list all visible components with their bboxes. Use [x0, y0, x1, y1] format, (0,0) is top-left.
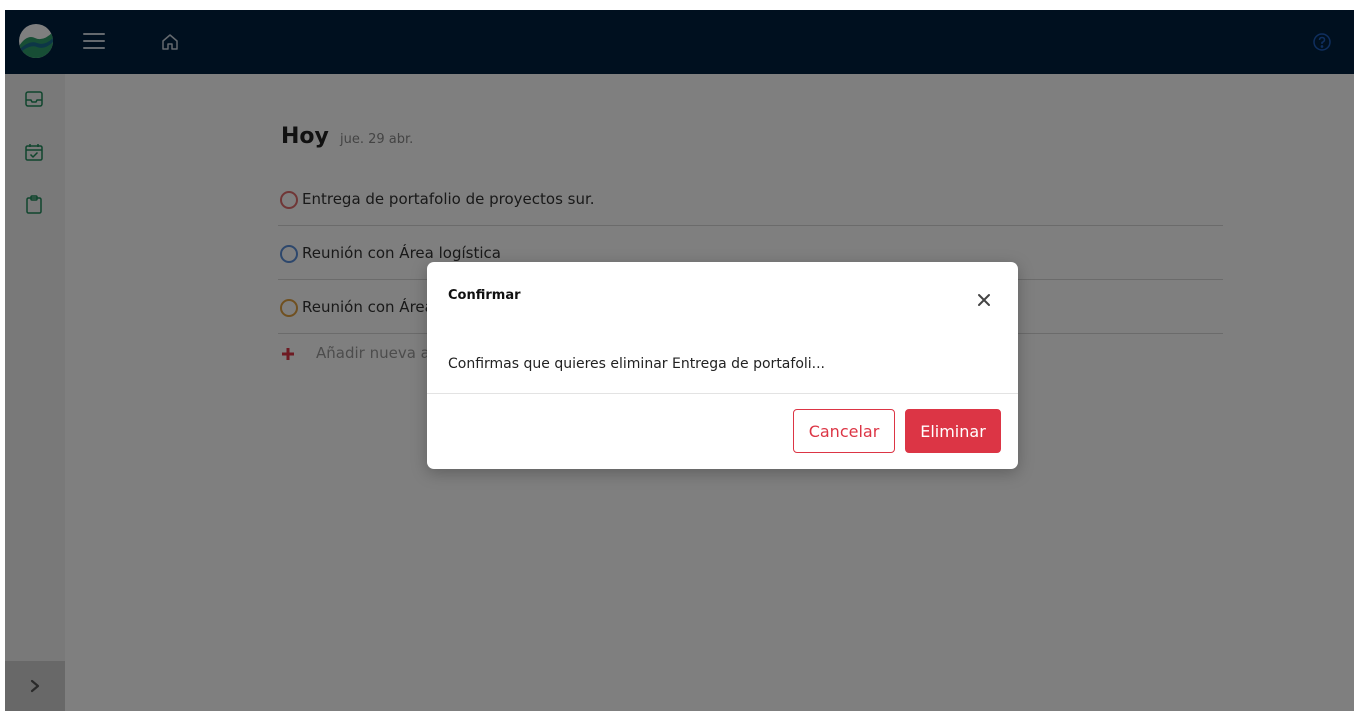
- cancel-button[interactable]: Cancelar: [793, 409, 895, 453]
- delete-button[interactable]: Eliminar: [905, 409, 1001, 453]
- dialog-divider: [427, 393, 1018, 394]
- confirm-dialog: Confirmar Confirmas que quieres eliminar…: [427, 262, 1018, 469]
- dialog-title: Confirmar: [448, 288, 521, 303]
- app-window: Hoy jue. 29 abr. Entrega de portafolio d…: [5, 10, 1354, 711]
- close-icon[interactable]: [976, 292, 992, 308]
- dialog-message: Confirmas que quieres eliminar Entrega d…: [448, 356, 826, 372]
